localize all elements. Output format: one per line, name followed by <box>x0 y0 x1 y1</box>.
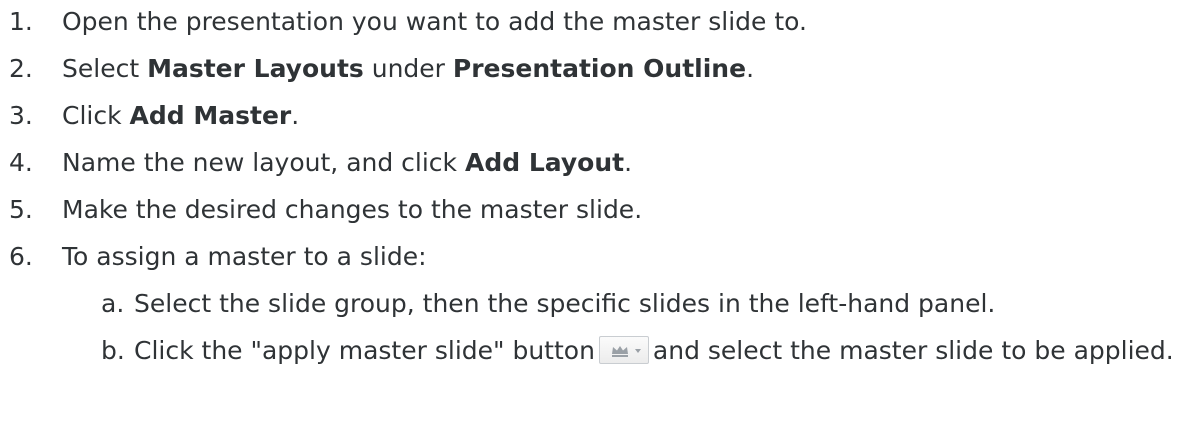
crown-dropdown-icon <box>611 346 641 357</box>
step-text-part: To assign a master to a slide: <box>62 242 427 271</box>
step-number: 1. <box>9 7 33 36</box>
step-number: 6. <box>9 242 33 271</box>
step-text: To assign a master to a slide: <box>62 242 427 271</box>
step-text: Name the new layout, and click Add Layou… <box>62 148 632 177</box>
steps-list: 1. Open the presentation you want to add… <box>0 6 1199 367</box>
step-text: Click Add Master. <box>62 101 299 130</box>
step-item: 1. Open the presentation you want to add… <box>0 6 1199 38</box>
step-text-part: Name the new layout, and click <box>62 148 465 177</box>
step-number: 4. <box>9 148 33 177</box>
ui-term-presentation-outline: Presentation Outline <box>452 54 747 83</box>
substep-text-part: and select the master slide to be applie… <box>652 336 1174 365</box>
substeps-list: a. Select the slide group, then the spec… <box>62 288 1199 367</box>
step-number: 5. <box>9 195 33 224</box>
step-text-part: under <box>363 54 453 83</box>
step-text-part: . <box>624 148 633 177</box>
substep-letter: b. <box>101 336 125 365</box>
step-item: 5. Make the desired changes to the maste… <box>0 194 1199 226</box>
step-item: 4. Name the new layout, and click Add La… <box>0 147 1199 179</box>
step-text: Make the desired changes to the master s… <box>62 195 642 224</box>
ui-term-add-master: Add Master <box>129 101 292 130</box>
instruction-document: 1. Open the presentation you want to add… <box>0 6 1199 424</box>
substep-letter: a. <box>101 289 125 318</box>
apply-master-slide-button[interactable] <box>598 336 649 364</box>
step-text-part: Make the desired changes to the master s… <box>62 195 643 224</box>
step-text: Select Master Layouts under Presentation… <box>62 54 754 83</box>
step-text-part: Click <box>62 101 130 130</box>
substep-text: Click the "apply master slide" button and… <box>134 336 1174 365</box>
step-text-part: Open the presentation you want to add th… <box>62 7 807 36</box>
step-item: 6. To assign a master to a slide: a. Sel… <box>0 241 1199 367</box>
step-text-part: Select <box>62 54 148 83</box>
step-item: 2. Select Master Layouts under Presentat… <box>0 53 1199 85</box>
step-number: 3. <box>9 101 33 130</box>
substep-text: Select the slide group, then the specifi… <box>134 289 996 318</box>
substep-item: a. Select the slide group, then the spec… <box>0 288 1199 320</box>
step-text: Open the presentation you want to add th… <box>62 7 807 36</box>
step-text-part: . <box>746 54 755 83</box>
step-number: 2. <box>9 54 33 83</box>
substep-text-part: Click the "apply master slide" button <box>134 336 595 365</box>
step-text-part: . <box>291 101 300 130</box>
substep-item: b. Click the "apply master slide" button… <box>0 335 1199 367</box>
ui-term-master-layouts: Master Layouts <box>147 54 364 83</box>
ui-term-add-layout: Add Layout <box>464 148 625 177</box>
step-item: 3. Click Add Master. <box>0 100 1199 132</box>
